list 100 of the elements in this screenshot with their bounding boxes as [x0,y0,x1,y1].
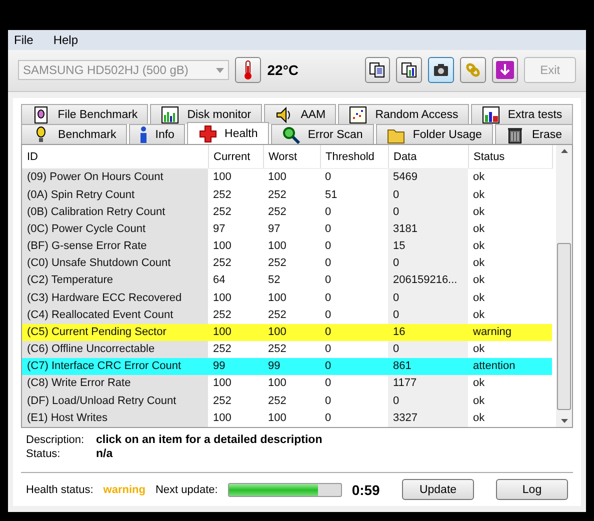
bar-chart-icon [161,106,180,124]
copy-chart-button[interactable] [396,57,422,84]
column-header[interactable]: Data [388,145,468,169]
table-cell: ok [468,410,552,427]
copy-button[interactable] [364,57,390,84]
table-cell-text: 252 [267,256,288,272]
action-button[interactable]: Log [496,479,568,500]
table-cell: 0 [388,392,468,410]
tab[interactable]: Error Scan [270,124,374,144]
table-cell: 51 [320,186,388,204]
document-icon [32,106,50,124]
table-cell: attention [468,358,552,376]
camera-button[interactable] [428,57,454,84]
column-header[interactable]: Worst [263,145,320,169]
action-button[interactable]: Update [402,479,474,500]
table-cell: 99 [263,358,320,376]
table-cell-text: 100 [267,239,288,254]
table-cell: 252 [208,255,263,272]
table-cell: 5469 [388,168,468,186]
table-cell: (0B) Calibration Retry Count [22,204,208,221]
table-cell: (0C) Power Cycle Count [22,220,208,238]
tab[interactable]: File Benchmark [21,104,148,124]
menu-item[interactable]: Help [53,32,78,47]
tab[interactable]: Extra tests [471,104,573,124]
table-cell: 0 [388,204,468,221]
table-cell-text: 252 [267,394,288,409]
table-cell: 252 [208,186,263,204]
table-cell: 100 [208,289,263,307]
table-cell: (C4) Reallocated Event Count [22,306,208,324]
table-cell: 1177 [388,375,468,392]
table-cell: 252 [208,392,263,410]
table-cell-text: 97 [267,222,282,237]
description-label: Description: [26,434,86,446]
copy-chart-icon [401,62,418,78]
table-cell: ok [468,289,552,307]
tab[interactable]: Health [187,122,269,145]
table-cell: 100 [208,375,263,392]
table-cell: 0 [320,340,388,358]
column-header[interactable]: Status [468,145,552,169]
table-cell: 0 [320,392,388,410]
table-cell-text: 100 [267,376,288,392]
table-cell: 15 [388,238,468,256]
table-cell: 0 [320,324,388,341]
table-cell: 0 [388,255,468,272]
table-cell-text: 52 [267,273,282,288]
table-cell: 0 [320,168,388,186]
tab[interactable]: Erase [494,124,574,144]
table-cell: warning [468,324,552,341]
table-cell: (C5) Current Pending Sector [22,324,208,341]
table-cell: (DF) Load/Unload Retry Count [22,392,208,410]
download-button[interactable] [492,57,518,84]
chain-icon [465,62,482,78]
table-cell: 99 [208,358,263,376]
table-cell: 206159216... [388,272,468,290]
column-header[interactable]: Threshold [320,145,388,169]
tab[interactable]: Random Access [338,104,470,124]
chain-button[interactable] [460,57,486,84]
table-cell: 3327 [388,410,468,427]
tab[interactable]: Folder Usage [376,124,493,144]
table-cell: 100 [208,238,263,256]
scroll-down-icon [560,419,568,423]
table-cell: 100 [263,324,320,341]
table-cell: 0 [320,272,388,290]
table-cell: (E1) Host Writes [22,410,208,427]
tab[interactable]: Info [129,124,186,144]
table-cell: 252 [263,306,320,324]
table-cell: 0 [388,306,468,324]
table-cell: 252 [208,204,263,221]
table-cell: 0 [388,340,468,358]
tab[interactable]: Benchmark [21,124,128,144]
table-cell: 0 [320,289,388,307]
scrollbar[interactable] [556,145,572,427]
table-cell: (C8) Write Error Rate [22,375,208,392]
table-cell: (C7) Interface CRC Error Count [22,358,208,376]
menu-item[interactable]: File [14,32,34,47]
table-cell: 0 [320,358,388,376]
temperature-text: 22°C [267,62,299,78]
table-cell: 100 [208,410,263,427]
info-icon [140,126,148,144]
cross-icon [198,125,217,143]
table-cell: 0 [320,220,388,238]
table-cell: ok [468,340,552,358]
caret-icon [216,68,224,73]
table-cell: (0A) Spin Retry Count [22,186,208,204]
table-cell: 100 [263,168,320,186]
table-cell: 0 [320,204,388,221]
column-header[interactable]: ID [22,145,208,169]
table-cell: 861 [388,358,468,376]
table-cell: (C6) Offline Uncorrectable [22,340,208,358]
countdown-text: 0:59 [352,482,380,498]
thermometer-button[interactable] [235,57,262,84]
trash-icon [506,126,524,144]
table-cell: 100 [208,168,263,186]
table-cell: (BF) G-sense Error Rate [22,238,208,256]
tab[interactable]: AAM [264,104,336,124]
table-cell: (09) Power On Hours Count [22,168,208,186]
scatter-icon [349,106,368,124]
tab[interactable]: Disk monitor [150,104,262,124]
column-header[interactable]: Current [208,145,263,169]
table-cell: ok [468,272,552,290]
